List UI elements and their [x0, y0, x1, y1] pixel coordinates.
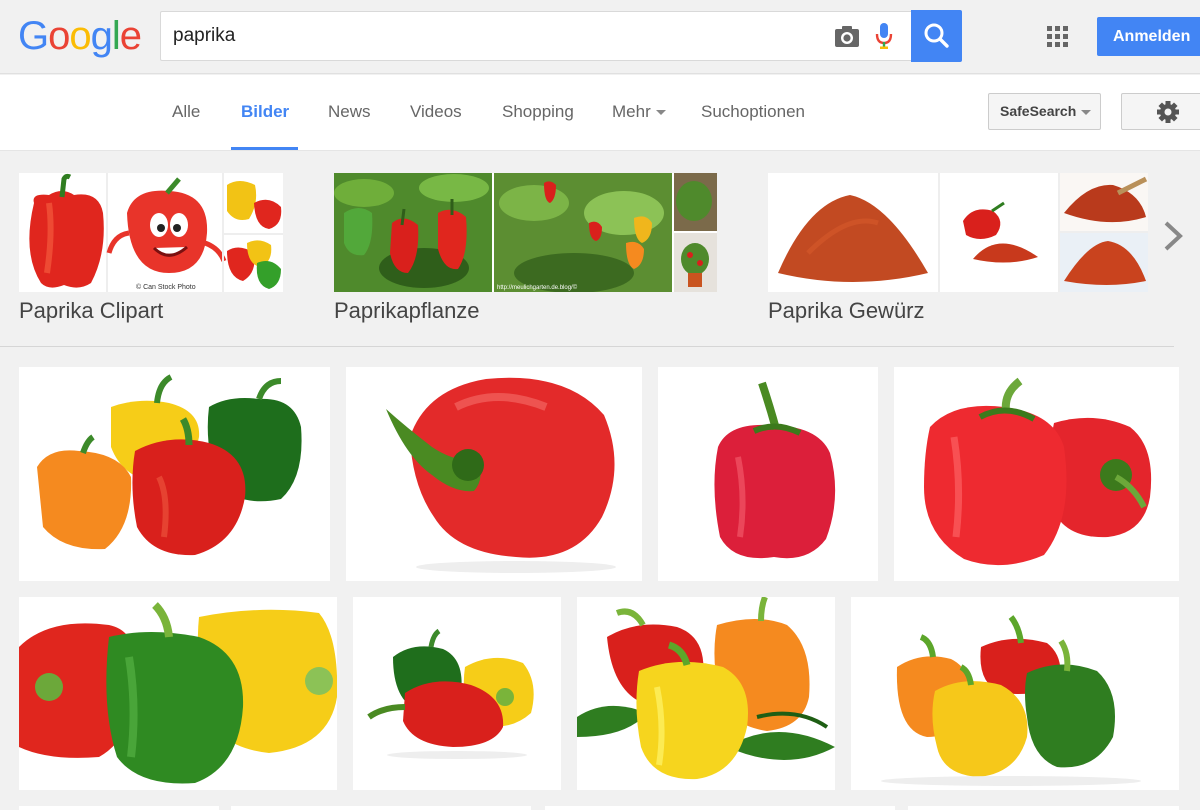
- logo-letter: o: [69, 14, 91, 58]
- image-result[interactable]: [577, 597, 835, 790]
- settings-button[interactable]: [1121, 93, 1200, 130]
- logo-letter: o: [48, 14, 70, 58]
- logo-letter: G: [18, 14, 49, 58]
- tab-alle[interactable]: Alle: [172, 102, 200, 122]
- chevron-down-icon: [655, 110, 666, 116]
- tab-bar: Alle Bilder News Videos Shopping Mehr Su…: [0, 75, 1200, 151]
- active-tab-indicator: [231, 147, 298, 150]
- tab-bilder[interactable]: Bilder: [241, 102, 289, 122]
- top-bar: Google Anmelden: [0, 0, 1200, 74]
- related-label[interactable]: Paprika Gewürz: [768, 298, 925, 324]
- safesearch-label: SafeSearch: [1000, 103, 1077, 119]
- safesearch-button[interactable]: SafeSearch: [988, 93, 1101, 130]
- apps-grid-icon[interactable]: [1047, 26, 1069, 48]
- search-input[interactable]: [173, 12, 813, 60]
- related-label[interactable]: Paprika Clipart: [19, 298, 163, 324]
- watermark-caption: © Can Stock Photo: [136, 283, 196, 291]
- image-result[interactable]: [658, 367, 878, 581]
- tab-shopping[interactable]: Shopping: [502, 102, 574, 122]
- image-result[interactable]: [545, 806, 895, 810]
- image-result[interactable]: [231, 806, 531, 810]
- search-button[interactable]: [911, 10, 962, 62]
- related-search-pflanze[interactable]: http://meulichgarten.de.blog/© Paprikapf…: [334, 173, 717, 323]
- image-result[interactable]: [908, 806, 1179, 810]
- tab-mehr[interactable]: Mehr: [612, 102, 666, 122]
- image-result[interactable]: [894, 367, 1179, 581]
- related-search-gewuerz[interactable]: Paprika Gewürz: [768, 173, 1148, 323]
- logo-letter: g: [90, 14, 113, 58]
- search-box: [160, 11, 911, 61]
- chevron-down-icon: [1081, 109, 1092, 115]
- logo-letter: l: [111, 14, 121, 58]
- tab-videos[interactable]: Videos: [410, 102, 462, 122]
- divider: [0, 346, 1174, 347]
- search-icon: [924, 23, 949, 48]
- camera-icon[interactable]: [834, 24, 860, 48]
- image-result[interactable]: [353, 597, 561, 790]
- related-label[interactable]: Paprikapflanze: [334, 298, 480, 324]
- image-result[interactable]: [19, 367, 330, 581]
- watermark-caption: http://meulichgarten.de.blog/©: [497, 284, 578, 291]
- related-image-strip: http://meulichgarten.de.blog/©: [334, 173, 717, 292]
- tab-suchoptionen[interactable]: Suchoptionen: [701, 102, 805, 122]
- logo-letter: e: [119, 14, 142, 58]
- related-image-strip: © Can Stock Photo: [19, 173, 283, 292]
- google-logo[interactable]: Google: [18, 14, 142, 58]
- related-image-strip: [768, 173, 1148, 292]
- chevron-right-icon[interactable]: [1161, 220, 1185, 252]
- related-search-clipart[interactable]: © Can Stock Photo Paprika Clipart: [19, 173, 283, 323]
- image-result[interactable]: [19, 806, 219, 810]
- signin-button[interactable]: Anmelden: [1097, 17, 1200, 56]
- image-result[interactable]: [851, 597, 1179, 790]
- tab-news[interactable]: News: [328, 102, 371, 122]
- image-result[interactable]: [19, 597, 337, 790]
- image-result[interactable]: [346, 367, 642, 581]
- tab-mehr-label: Mehr: [612, 102, 651, 121]
- microphone-icon[interactable]: [875, 22, 893, 50]
- gear-icon: [1157, 101, 1179, 123]
